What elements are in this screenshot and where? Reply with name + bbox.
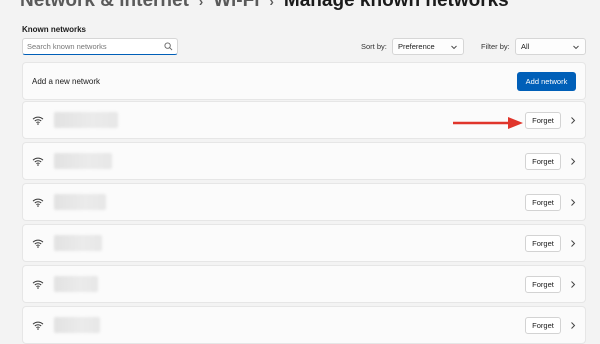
- chevron-right-icon[interactable]: [569, 239, 577, 248]
- wifi-icon: [32, 239, 44, 248]
- network-row[interactable]: Forget: [22, 142, 586, 180]
- chevron-right-icon[interactable]: [569, 321, 577, 330]
- network-row[interactable]: Forget: [22, 306, 586, 344]
- add-network-label: Add a new network: [32, 77, 101, 86]
- network-name: [54, 194, 106, 210]
- filter-by-dropdown[interactable]: All: [515, 38, 586, 55]
- breadcrumb: Network & internet › Wi-Fi › Manage know…: [20, 0, 509, 14]
- chevron-down-icon: [451, 45, 457, 50]
- forget-button[interactable]: Forget: [525, 276, 561, 293]
- chevron-right-icon[interactable]: [569, 116, 577, 125]
- network-row[interactable]: Forget: [22, 224, 586, 262]
- breadcrumb-wifi[interactable]: Wi-Fi: [213, 0, 259, 12]
- wifi-icon: [32, 321, 44, 330]
- chevron-right-icon[interactable]: [569, 198, 577, 207]
- network-name: [54, 317, 100, 333]
- network-name: [54, 112, 118, 128]
- network-name: [54, 276, 98, 292]
- forget-button[interactable]: Forget: [525, 194, 561, 211]
- filter-by-label: Filter by:: [481, 42, 510, 51]
- forget-button[interactable]: Forget: [525, 235, 561, 252]
- add-network-button[interactable]: Add network: [517, 72, 576, 91]
- annotation-arrow-icon: [453, 117, 523, 129]
- forget-button[interactable]: Forget: [525, 317, 561, 334]
- chevron-right-icon[interactable]: [569, 280, 577, 289]
- forget-button[interactable]: Forget: [525, 153, 561, 170]
- network-row[interactable]: Forget: [22, 183, 586, 221]
- network-row[interactable]: Forget: [22, 265, 586, 303]
- network-name: [54, 235, 102, 251]
- breadcrumb-separator-icon: ›: [198, 0, 204, 9]
- search-box[interactable]: [22, 38, 178, 55]
- sort-by-dropdown[interactable]: Preference: [392, 38, 464, 55]
- known-networks-heading: Known networks: [22, 25, 87, 34]
- page-title: Manage known networks: [283, 0, 509, 11]
- wifi-icon: [32, 198, 44, 207]
- sort-by-label: Sort by:: [361, 42, 387, 51]
- chevron-right-icon[interactable]: [569, 157, 577, 166]
- wifi-icon: [32, 280, 44, 289]
- chevron-down-icon: [573, 45, 579, 50]
- breadcrumb-network-internet[interactable]: Network & internet: [20, 0, 189, 12]
- sort-by-value: Preference: [398, 42, 435, 51]
- network-name: [54, 153, 112, 169]
- wifi-icon: [32, 157, 44, 166]
- search-icon: [164, 42, 173, 51]
- breadcrumb-separator-icon: ›: [269, 0, 274, 9]
- filter-by-value: All: [521, 42, 530, 51]
- search-input[interactable]: [27, 40, 161, 53]
- forget-button[interactable]: Forget: [525, 112, 561, 129]
- wifi-icon: [32, 116, 44, 125]
- add-network-card: Add a new network Add network: [22, 62, 586, 100]
